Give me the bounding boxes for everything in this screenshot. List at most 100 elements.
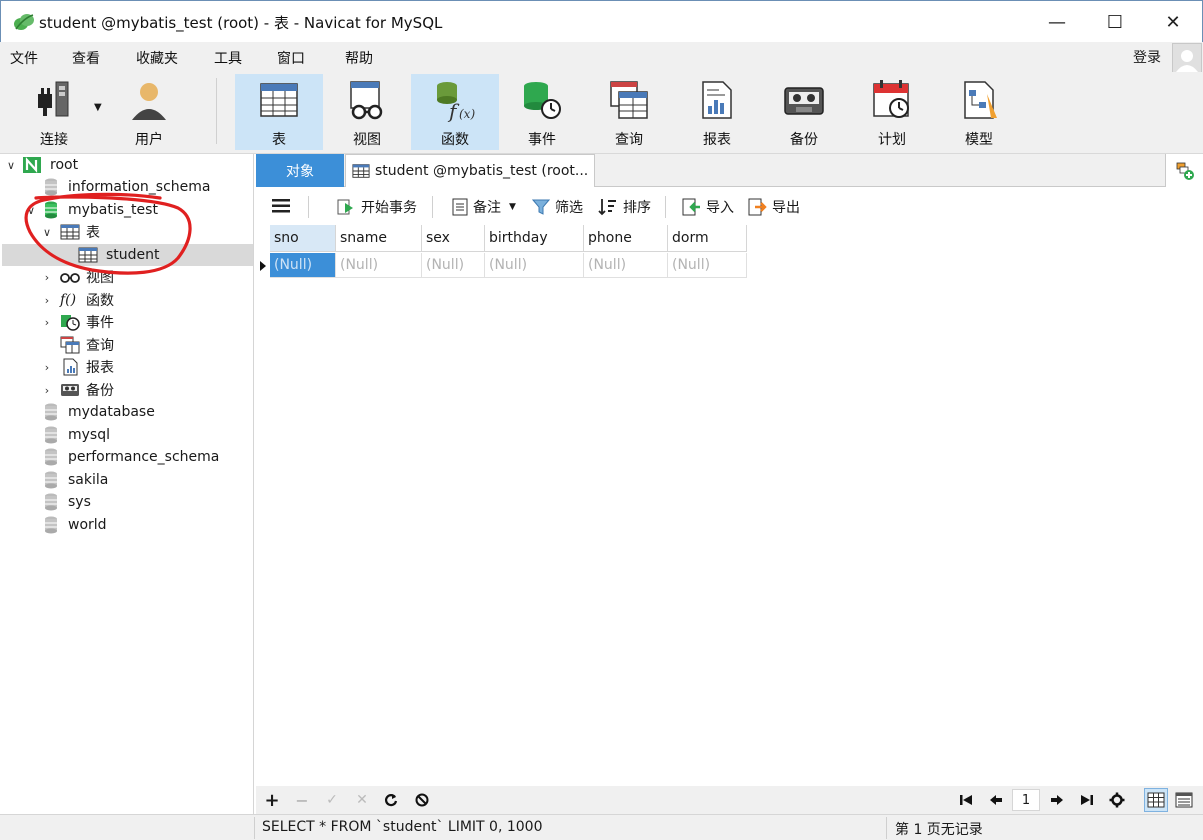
note-button[interactable]: 备注 ▼	[452, 197, 516, 217]
chevron-down-icon[interactable]: ∨	[24, 204, 38, 217]
import-icon	[682, 198, 700, 216]
chevron-down-icon[interactable]: ∨	[40, 226, 54, 239]
grid-view-button[interactable]	[1144, 788, 1168, 812]
avatar[interactable]	[1172, 43, 1202, 73]
tree-db-label: mysql	[68, 427, 110, 443]
tree-db-sys[interactable]: sys	[44, 491, 91, 513]
database-open-icon	[45, 201, 57, 219]
next-page-button[interactable]	[1047, 790, 1067, 810]
stop-icon	[415, 793, 429, 807]
filter-button[interactable]: 筛选	[532, 197, 583, 217]
tree-folder-tables[interactable]: ∨ 表	[40, 221, 100, 243]
toolbar-backup-button[interactable]: 备份	[760, 74, 848, 150]
tree-folder-events[interactable]: › 事件	[40, 311, 114, 333]
tab-student-table[interactable]: student @mybatis_test (root...	[345, 154, 595, 187]
sort-icon	[598, 199, 616, 216]
add-record-button[interactable]: +	[262, 790, 282, 811]
tree-db-label: mybatis_test	[68, 202, 158, 218]
apply-changes-button[interactable]: ✓	[322, 790, 342, 810]
tree-db-mydatabase[interactable]: mydatabase	[44, 401, 155, 423]
sort-button[interactable]: 排序	[598, 197, 651, 217]
toolbar-model-button[interactable]: 模型	[935, 74, 1023, 150]
last-page-button[interactable]	[1077, 790, 1097, 810]
import-button[interactable]: 导入	[681, 197, 734, 217]
column-header-birthday[interactable]: birthday	[485, 225, 584, 252]
delete-record-button[interactable]: −	[292, 790, 312, 810]
page-number-input[interactable]: 1	[1012, 789, 1040, 811]
column-header-phone[interactable]: phone	[584, 225, 668, 252]
tree-table-student[interactable]: student	[2, 244, 253, 266]
chevron-right-icon[interactable]: ›	[40, 361, 54, 374]
hamburger-icon	[272, 199, 290, 213]
tree-db-information-schema[interactable]: information_schema	[44, 176, 211, 198]
tree-folder-functions[interactable]: › f() 函数	[40, 289, 114, 311]
tree-db-label: information_schema	[68, 179, 211, 195]
toolbar-function-button[interactable]: f (x) 函数	[411, 74, 499, 150]
tab-objects[interactable]: 对象	[256, 154, 344, 187]
close-button[interactable]: ✕	[1144, 1, 1202, 43]
toolbar-connect-button[interactable]: 连接	[10, 74, 98, 150]
dropdown-arrow-icon[interactable]: ▼	[94, 102, 102, 113]
tree-folder-views[interactable]: › 视图	[40, 266, 114, 288]
table-cell[interactable]: (Null)	[668, 253, 747, 278]
toolbar-event-button[interactable]: 事件	[498, 74, 586, 150]
table-cell[interactable]: (Null)	[485, 253, 584, 278]
tab-bar: 对象 student @mybatis_test (root...	[256, 154, 1203, 187]
tree-db-sakila[interactable]: sakila	[44, 469, 108, 491]
chevron-right-icon[interactable]: ›	[40, 271, 54, 284]
connection-icon	[23, 157, 41, 173]
table-cell[interactable]: (Null)	[336, 253, 422, 278]
tree-db-mybatis-test[interactable]: ∨ mybatis_test	[24, 199, 158, 221]
minimize-button[interactable]: —	[1028, 1, 1086, 43]
column-header-sex[interactable]: sex	[422, 225, 485, 252]
refresh-button[interactable]	[381, 790, 401, 810]
previous-page-button[interactable]	[986, 790, 1006, 810]
dropdown-arrow-icon[interactable]: ▼	[509, 202, 516, 212]
login-link[interactable]: 登录	[1133, 47, 1161, 67]
tree-db-performance-schema[interactable]: performance_schema	[44, 446, 219, 468]
chevron-right-icon[interactable]: ›	[40, 384, 54, 397]
tree-connection-root[interactable]: ∨ root	[4, 154, 78, 176]
toolbar-query-button[interactable]: 查询	[585, 74, 673, 150]
form-view-button[interactable]	[1173, 790, 1195, 810]
data-grid: sno sname sex birthday phone dorm (Null)…	[256, 225, 1203, 785]
table-cell[interactable]: (Null)	[422, 253, 485, 278]
settings-button[interactable]	[1107, 790, 1127, 810]
begin-transaction-button[interactable]: 开始事务	[336, 197, 417, 217]
chevron-right-icon[interactable]: ›	[40, 294, 54, 307]
menu-file[interactable]: 文件	[10, 48, 38, 68]
toolbar-schedule-button[interactable]: 计划	[848, 74, 936, 150]
import-label: 导入	[706, 200, 734, 216]
stop-button[interactable]	[412, 790, 432, 810]
toolbar-view-button[interactable]: 视图	[323, 74, 411, 150]
tree-db-world[interactable]: world	[44, 514, 107, 536]
chevron-right-icon[interactable]: ›	[40, 316, 54, 329]
toolbar-table-button[interactable]: 表	[235, 74, 323, 150]
menu-help[interactable]: 帮助	[345, 48, 373, 68]
menu-favorites[interactable]: 收藏夹	[136, 48, 178, 68]
column-header-dorm[interactable]: dorm	[668, 225, 747, 252]
function-icon: f()	[60, 292, 77, 308]
export-button[interactable]: 导出	[747, 197, 800, 217]
object-info-button[interactable]	[1165, 154, 1203, 187]
chevron-down-icon[interactable]: ∨	[4, 159, 18, 172]
menu-view[interactable]: 查看	[72, 48, 100, 68]
tree-folder-queries[interactable]: 查询	[54, 334, 114, 356]
status-record-info: 第 1 页无记录	[895, 822, 983, 838]
menu-window[interactable]: 窗口	[277, 48, 305, 68]
discard-changes-button[interactable]: ✕	[352, 790, 372, 810]
tree-db-label: sakila	[68, 472, 109, 488]
tree-db-mysql[interactable]: mysql	[44, 424, 110, 446]
hamburger-menu-button[interactable]	[272, 199, 295, 213]
menu-tools[interactable]: 工具	[214, 48, 242, 68]
toolbar-report-button[interactable]: 报表	[673, 74, 761, 150]
first-page-button[interactable]	[956, 790, 976, 810]
table-cell[interactable]: (Null)	[270, 253, 336, 278]
maximize-button[interactable]: ☐	[1086, 1, 1144, 43]
tree-folder-reports[interactable]: › 报表	[40, 356, 114, 378]
toolbar-user-button[interactable]: 用户	[105, 74, 193, 150]
column-header-sname[interactable]: sname	[336, 225, 422, 252]
tree-folder-backups[interactable]: › 备份	[40, 379, 114, 401]
column-header-sno[interactable]: sno	[270, 225, 336, 252]
table-cell[interactable]: (Null)	[584, 253, 668, 278]
